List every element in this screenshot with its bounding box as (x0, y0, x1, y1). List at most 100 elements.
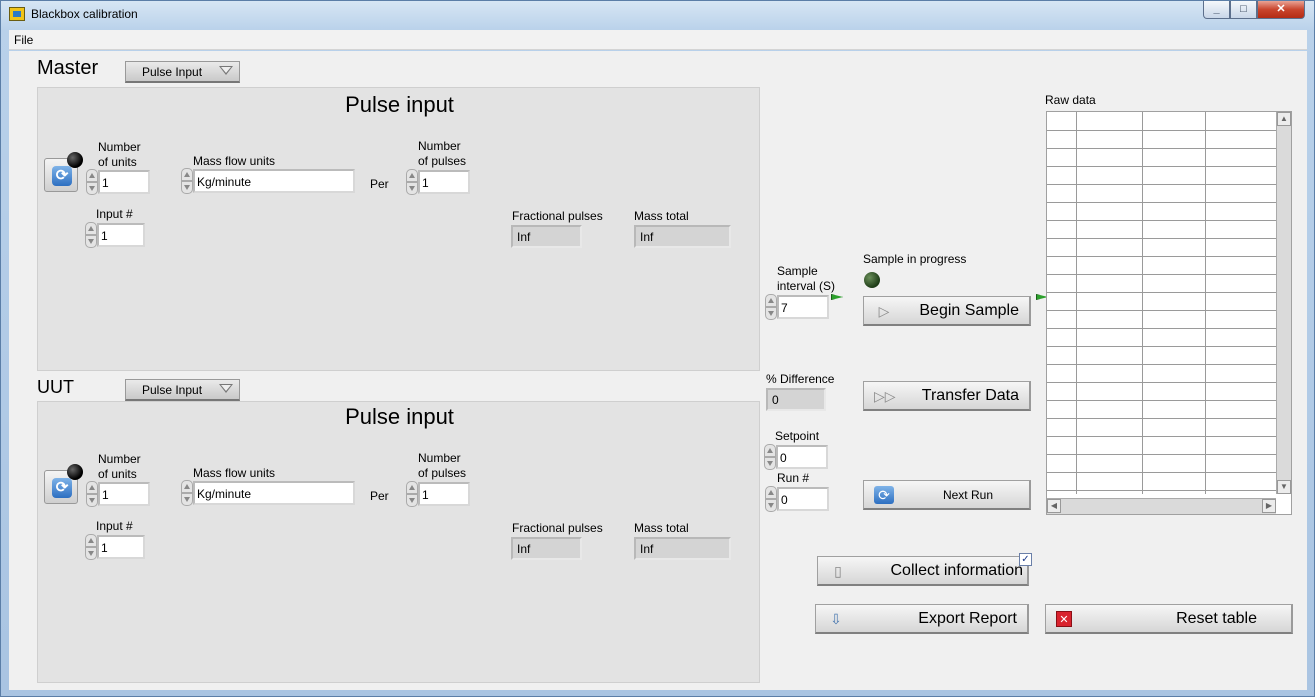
spinner[interactable] (406, 169, 418, 195)
spinner[interactable] (86, 169, 98, 195)
run-input[interactable]: 0 (777, 487, 829, 511)
master-mass-total-label: Mass total (634, 209, 689, 223)
begin-sample-button[interactable]: ▷ Begin Sample (863, 296, 1031, 326)
uut-number-of-pulses-control: 1 (406, 481, 470, 507)
decrement-icon[interactable] (181, 493, 193, 506)
collect-information-checkbox[interactable]: ✓ (1019, 553, 1032, 566)
uut-number-of-pulses-input[interactable]: 1 (418, 482, 470, 506)
uut-input-field[interactable]: 1 (97, 535, 145, 559)
raw-data-table[interactable]: ▲ ▼ ◀ ▶ (1046, 111, 1292, 515)
raw-data-grid (1047, 112, 1276, 494)
transfer-data-button[interactable]: ▷▷ Transfer Data (863, 381, 1031, 411)
reset-table-button[interactable]: ✕ Reset table (1045, 604, 1293, 634)
uut-mode-select[interactable]: Pulse Input (125, 379, 240, 401)
setpoint-input[interactable]: 0 (776, 445, 828, 469)
master-number-of-pulses-input[interactable]: 1 (418, 170, 470, 194)
increment-icon[interactable] (86, 169, 98, 182)
master-number-of-units-control: 1 (86, 169, 150, 195)
scroll-down-icon[interactable]: ▼ (1277, 480, 1291, 494)
spinner[interactable] (181, 480, 193, 506)
increment-icon[interactable] (765, 294, 777, 307)
scroll-up-icon[interactable]: ▲ (1277, 112, 1291, 126)
export-icon: ⇩ (830, 611, 842, 627)
uut-fractional-pulses-label: Fractional pulses (512, 521, 603, 535)
master-number-of-pulses-control: 1 (406, 169, 470, 195)
next-run-label: Next Run (942, 488, 993, 502)
scroll-left-icon[interactable]: ◀ (1047, 499, 1061, 513)
increment-icon[interactable] (85, 222, 97, 235)
decrement-icon[interactable] (181, 181, 193, 194)
spinner[interactable] (85, 222, 97, 248)
spinner[interactable] (764, 444, 776, 470)
play-icon: ▷ (878, 303, 890, 319)
master-number-of-pulses-label: Number of pulses (418, 139, 467, 168)
spinner[interactable] (86, 481, 98, 507)
increment-icon[interactable] (181, 480, 193, 493)
setpoint-label: Setpoint (775, 429, 820, 443)
spinner[interactable] (85, 534, 97, 560)
spinner[interactable] (765, 294, 777, 320)
decrement-icon[interactable] (406, 182, 418, 195)
master-fractional-pulses-indicator: Inf (511, 225, 582, 248)
decrement-icon[interactable] (86, 494, 98, 507)
spinner[interactable] (406, 481, 418, 507)
uut-input-control: 1 (85, 534, 145, 560)
decrement-icon[interactable] (765, 307, 777, 320)
horizontal-scrollbar[interactable]: ◀ ▶ (1047, 498, 1276, 514)
increment-icon[interactable] (181, 168, 193, 181)
scroll-right-icon[interactable]: ▶ (1262, 499, 1276, 513)
raw-data-label: Raw data (1045, 93, 1096, 107)
master-number-of-units-input[interactable]: 1 (98, 170, 150, 194)
spinner[interactable] (181, 168, 193, 194)
master-mode-select[interactable]: Pulse Input (125, 61, 240, 83)
increment-icon[interactable] (764, 444, 776, 457)
decrement-icon[interactable] (86, 182, 98, 195)
sample-in-progress-label: Sample in progress (863, 252, 967, 266)
decrement-icon[interactable] (85, 547, 97, 560)
master-panel-title: Pulse input (345, 92, 454, 117)
spinner[interactable] (765, 486, 777, 512)
sample-interval-input[interactable]: 7 (777, 295, 829, 319)
decrement-icon[interactable] (406, 494, 418, 507)
decrement-icon[interactable] (765, 499, 777, 512)
export-report-button[interactable]: ⇩ Export Report (815, 604, 1029, 634)
master-mode-value: Pulse Input (142, 65, 203, 79)
uut-number-of-units-input[interactable]: 1 (98, 482, 150, 506)
uut-number-of-units-control: 1 (86, 481, 150, 507)
window-title: Blackbox calibration (31, 7, 138, 21)
title-bar: Blackbox calibration _ □ ✕ (1, 1, 1314, 29)
uut-mode-value: Pulse Input (142, 383, 203, 397)
close-button[interactable]: ✕ (1257, 1, 1305, 19)
reset-x-icon: ✕ (1056, 611, 1072, 627)
increment-icon[interactable] (85, 534, 97, 547)
uut-per-label: Per (370, 489, 389, 503)
increment-icon[interactable] (406, 169, 418, 182)
decrement-icon[interactable] (85, 235, 97, 248)
master-section-label: Master (37, 57, 99, 79)
begin-sample-label: Begin Sample (919, 302, 1019, 319)
master-mass-flow-units-input[interactable]: Kg/minute (193, 169, 355, 193)
vertical-scrollbar[interactable]: ▲ ▼ (1276, 112, 1291, 494)
terminal-arrow-icon (831, 294, 843, 300)
maximize-button[interactable]: □ (1230, 1, 1257, 19)
increment-icon[interactable] (86, 481, 98, 494)
uut-mass-flow-units-input[interactable]: Kg/minute (193, 481, 355, 505)
percent-difference-label: % Difference (766, 372, 835, 386)
menu-file[interactable]: File (14, 33, 33, 47)
uut-mass-flow-units-label: Mass flow units (193, 466, 276, 480)
master-status-led (67, 152, 83, 168)
chevron-down-icon (219, 384, 233, 393)
minimize-button[interactable]: _ (1203, 1, 1230, 19)
uut-mass-total-indicator: Inf (634, 537, 731, 560)
increment-icon[interactable] (765, 486, 777, 499)
master-input-field[interactable]: 1 (97, 223, 145, 247)
reset-table-label: Reset table (1176, 610, 1257, 627)
master-number-of-units-label: Number of units (98, 140, 141, 169)
uut-section-label: UUT (37, 377, 74, 397)
uut-mass-flow-units-control: Kg/minute (181, 480, 355, 506)
collect-information-button[interactable]: ▯ Collect information (817, 556, 1029, 586)
decrement-icon[interactable] (764, 457, 776, 470)
increment-icon[interactable] (406, 481, 418, 494)
transfer-data-label: Transfer Data (921, 387, 1019, 404)
next-run-button[interactable]: ⟳ Next Run (863, 480, 1031, 510)
